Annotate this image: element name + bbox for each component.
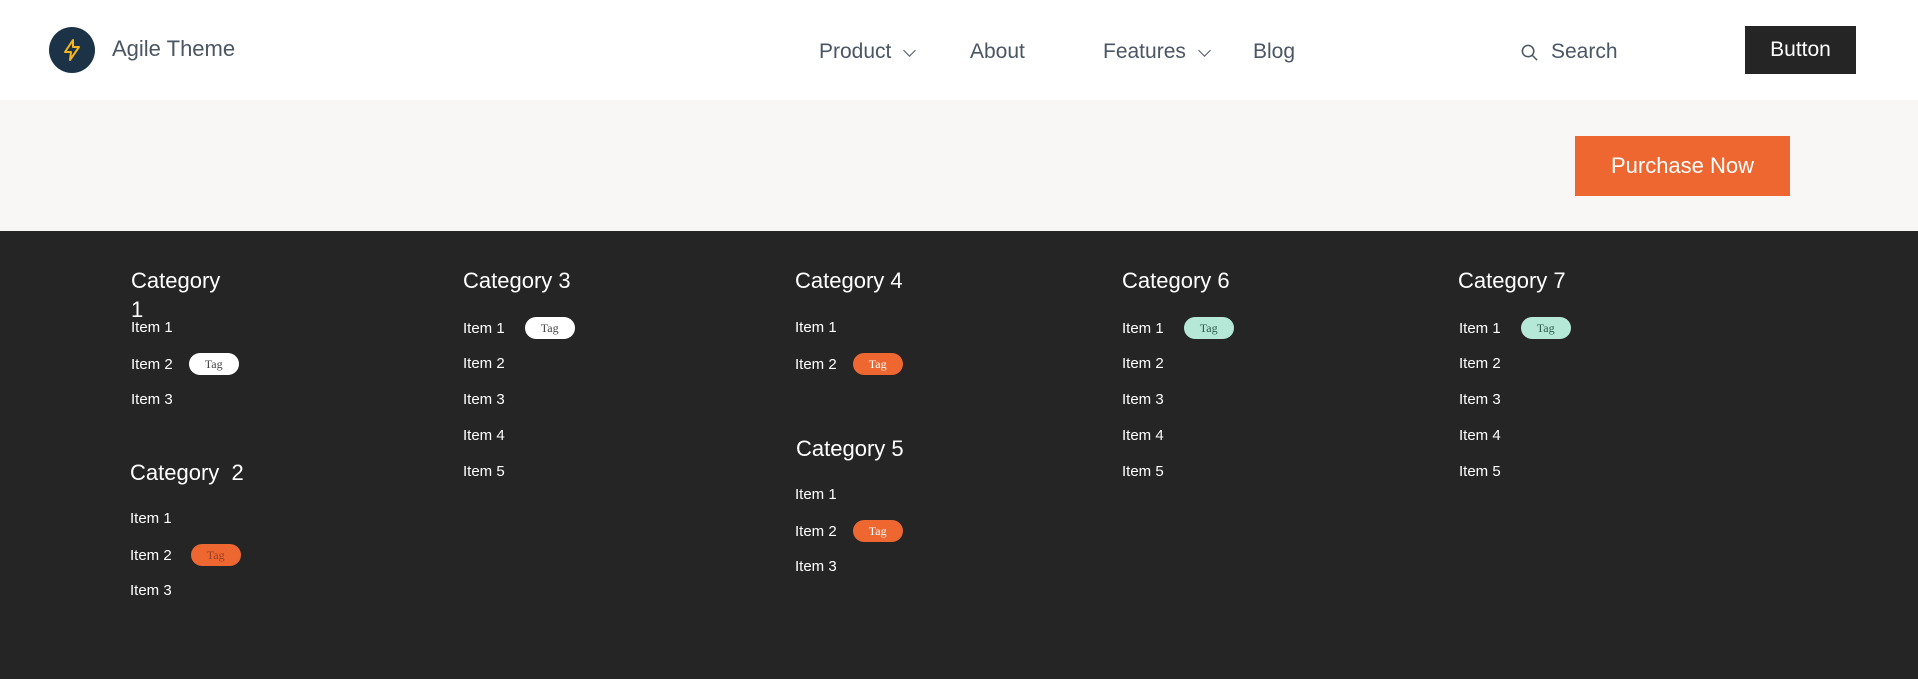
footer-link-label: Item 1 xyxy=(795,486,837,503)
category-title: Category 4 xyxy=(795,268,903,293)
top-navbar: Agile Theme Product About Features Blog … xyxy=(0,0,1918,100)
category-title: Category 1 xyxy=(131,268,221,322)
footer-link[interactable]: Item 5 xyxy=(1122,463,1164,480)
footer-link[interactable]: Item 1 xyxy=(795,486,837,503)
chevron-down-icon xyxy=(1198,43,1211,57)
footer-link[interactable]: Item 2 xyxy=(463,355,505,372)
footer-link[interactable]: Item 2 xyxy=(1459,355,1501,372)
footer-link-label: Item 3 xyxy=(131,391,173,408)
footer-link-label: Item 4 xyxy=(463,427,505,444)
category-title: Category 3 xyxy=(463,268,571,293)
footer-link[interactable]: Item 2 Tag xyxy=(795,353,903,375)
footer-link[interactable]: Item 4 xyxy=(1122,427,1164,444)
header-button[interactable]: Button xyxy=(1745,26,1856,74)
footer-link-label: Item 2 xyxy=(1459,355,1501,372)
footer-link[interactable]: Item 3 xyxy=(1459,391,1501,408)
footer-link[interactable]: Item 3 xyxy=(130,582,172,599)
footer-link[interactable]: Item 2 Tag xyxy=(795,520,903,542)
footer xyxy=(0,231,1918,679)
footer-link-label: Item 2 xyxy=(795,522,837,540)
footer-link[interactable]: Item 1 Tag xyxy=(463,317,575,339)
footer-link-label: Item 1 xyxy=(130,510,172,527)
nav-item-label: About xyxy=(970,40,1025,63)
category-title: Category 7 xyxy=(1458,268,1566,293)
footer-link-label: Item 3 xyxy=(795,558,837,575)
category-title: Category 5 xyxy=(796,436,904,461)
footer-link-label: Item 2 xyxy=(131,355,173,373)
footer-link-label: Item 1 xyxy=(1122,319,1164,337)
footer-link[interactable]: Item 1 Tag xyxy=(1459,317,1571,339)
nav-item-features[interactable]: Features xyxy=(1103,40,1211,64)
logo[interactable] xyxy=(49,27,95,73)
nav-item-label: Blog xyxy=(1253,40,1296,63)
footer-link-label: Item 3 xyxy=(130,582,172,599)
nav-item-label: Product xyxy=(819,40,892,63)
tag-badge: Tag xyxy=(190,544,241,566)
tag-badge: Tag xyxy=(1183,317,1234,339)
footer-link-label: Item 1 xyxy=(463,319,505,337)
nav-item-about[interactable]: About xyxy=(970,40,1025,64)
footer-link[interactable]: Item 1 xyxy=(130,510,172,527)
tag-badge: Tag xyxy=(188,353,239,375)
footer-link[interactable]: Item 2 Tag xyxy=(130,544,241,566)
footer-link-label: Item 4 xyxy=(1122,427,1164,444)
footer-link[interactable]: Item 5 xyxy=(1459,463,1501,480)
tag-badge: Tag xyxy=(524,317,575,339)
footer-link[interactable]: Item 1 xyxy=(795,319,837,336)
footer-link[interactable]: Item 4 xyxy=(463,427,505,444)
tag-badge: Tag xyxy=(852,520,903,542)
nav-item-label: Features xyxy=(1103,40,1186,63)
footer-link-label: Item 2 xyxy=(795,355,837,373)
search-icon xyxy=(1521,44,1538,61)
lightning-bolt-icon xyxy=(64,39,80,61)
footer-link[interactable]: Item 3 xyxy=(795,558,837,575)
footer-link-label: Item 2 xyxy=(130,546,172,564)
footer-link[interactable]: Item 1 Tag xyxy=(1122,317,1234,339)
search-trigger[interactable]: Search xyxy=(1520,40,1618,64)
footer-link[interactable]: Item 3 xyxy=(463,391,505,408)
footer-link-label: Item 1 xyxy=(795,319,837,336)
search-label: Search xyxy=(1551,40,1618,63)
footer-link-label: Item 2 xyxy=(1122,355,1164,372)
footer-link-label: Item 3 xyxy=(463,391,505,408)
footer-link-label: Item 2 xyxy=(463,355,505,372)
chevron-down-icon xyxy=(903,43,917,57)
footer-link-label: Item 5 xyxy=(1459,463,1501,480)
footer-link[interactable]: Item 4 xyxy=(1459,427,1501,444)
category-title: Category 6 xyxy=(1122,268,1230,293)
footer-link[interactable]: Item 3 xyxy=(1122,391,1164,408)
footer-link-label: Item 5 xyxy=(463,463,505,480)
footer-link-label: Item 4 xyxy=(1459,427,1501,444)
tag-badge: Tag xyxy=(1520,317,1571,339)
category-title: Category 2 xyxy=(130,460,244,485)
footer-link[interactable]: Item 2 Tag xyxy=(131,353,239,375)
footer-link[interactable]: Item 5 xyxy=(463,463,505,480)
nav-item-blog[interactable]: Blog xyxy=(1253,40,1295,64)
nav-item-product[interactable]: Product xyxy=(819,40,917,64)
footer-link[interactable]: Item 3 xyxy=(131,391,173,408)
footer-link-label: Item 5 xyxy=(1122,463,1164,480)
footer-link-label: Item 1 xyxy=(1459,319,1501,337)
footer-link[interactable]: Item 2 xyxy=(1122,355,1164,372)
purchase-now-button[interactable]: Purchase Now xyxy=(1575,136,1790,196)
footer-link[interactable]: Item 1 xyxy=(131,319,173,336)
brand-name[interactable]: Agile Theme xyxy=(112,36,235,62)
footer-link-label: Item 3 xyxy=(1122,391,1164,408)
footer-link-label: Item 3 xyxy=(1459,391,1501,408)
tag-badge: Tag xyxy=(852,353,903,375)
footer-link-label: Item 1 xyxy=(131,319,173,336)
